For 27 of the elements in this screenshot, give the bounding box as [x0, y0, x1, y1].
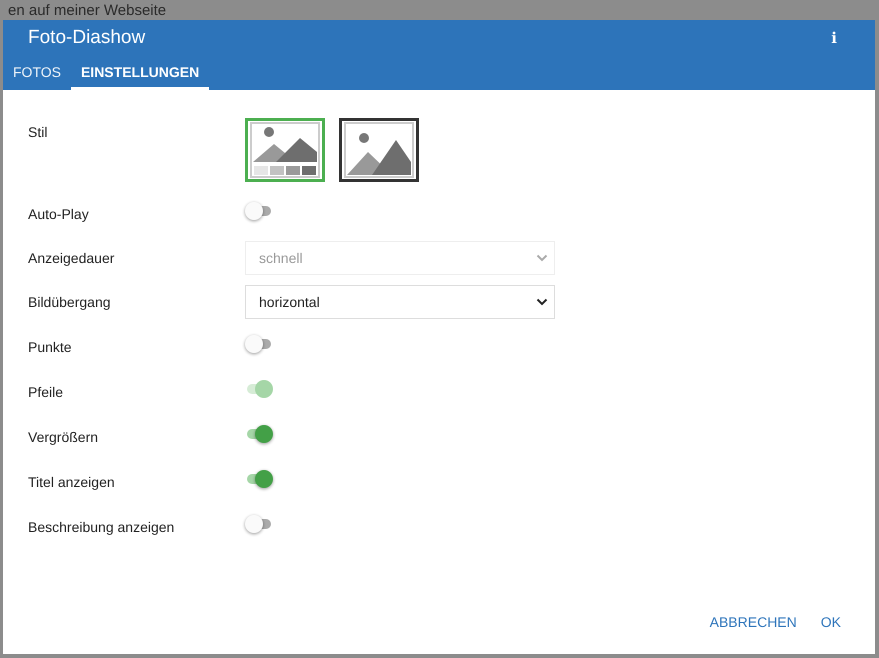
- setting-label: Vergrößern: [28, 428, 100, 444]
- toggle-switch[interactable]: [245, 468, 273, 490]
- toggle-switch[interactable]: [245, 333, 273, 355]
- setting-label: Bildübergang: [28, 294, 112, 310]
- dialog-title: Foto-Diashow: [28, 27, 146, 49]
- toggle-switch[interactable]: [245, 423, 273, 445]
- chevron-down-icon: [536, 254, 548, 262]
- setting-label: Stil: [28, 123, 48, 140]
- setting-label: Pfeile: [28, 384, 64, 400]
- info-button[interactable]: i: [827, 29, 841, 47]
- tab[interactable]: FOTOS: [3, 56, 71, 90]
- setting-label: Punkte: [28, 338, 73, 354]
- page-heading: en auf meiner Webseite: [7, 1, 166, 20]
- toggle-switch[interactable]: [245, 513, 273, 535]
- cancel-button[interactable]: ABBRECHEN: [702, 608, 805, 636]
- setting-label: Titel anzeigen: [28, 474, 116, 490]
- toggle-switch[interactable]: [245, 200, 273, 222]
- setting-label: Anzeigedauer: [28, 250, 116, 266]
- dropdown[interactable]: horizontal: [245, 285, 555, 319]
- ok-button[interactable]: OK: [812, 608, 849, 636]
- chevron-down-icon: [536, 298, 548, 306]
- setting-label: Auto-Play: [28, 206, 90, 222]
- gallery-thumbnails-icon: [250, 122, 320, 178]
- setting-label: Beschreibung anzeigen: [28, 518, 176, 534]
- style-option[interactable]: [339, 118, 419, 182]
- image-icon: [344, 122, 414, 178]
- tab[interactable]: EINSTELLUNGEN: [70, 56, 210, 90]
